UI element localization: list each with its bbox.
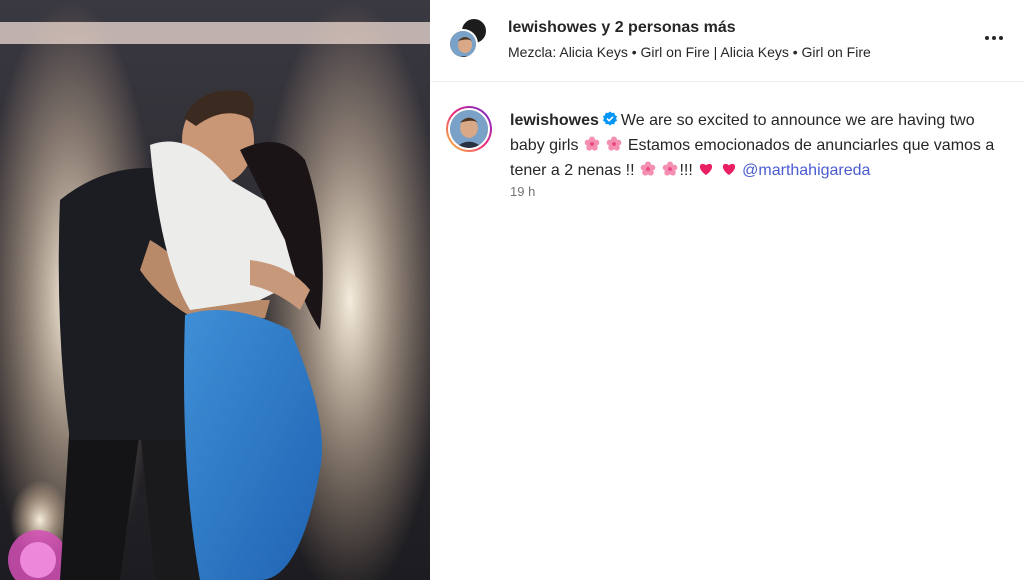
- cherry-blossom-emoji-icon: [640, 161, 656, 176]
- header-collaborators[interactable]: y 2 personas más: [597, 19, 735, 36]
- avatar-face-icon: [450, 31, 476, 57]
- caption-username[interactable]: lewishowes: [510, 112, 599, 129]
- cherry-blossom-emoji-icon: [584, 136, 600, 151]
- post-header: lewishowes y 2 personas más Mezcla: Alic…: [430, 0, 1024, 82]
- caption-exclamations: !!!: [679, 162, 693, 179]
- post-authors[interactable]: lewishowes y 2 personas más: [508, 19, 736, 37]
- audio-attribution[interactable]: Mezcla: Alicia Keys • Girl on Fire | Ali…: [508, 44, 871, 60]
- couple-photo-illustration: [0, 0, 430, 580]
- music-prefix: Mezcla:: [508, 44, 560, 60]
- verified-badge-icon: [602, 111, 617, 126]
- header-username[interactable]: lewishowes: [508, 19, 597, 36]
- avatar-face-icon: [450, 110, 488, 148]
- post-details-panel: lewishowes y 2 personas más Mezcla: Alic…: [430, 0, 1024, 580]
- collab-avatars[interactable]: [448, 17, 490, 61]
- post-photo[interactable]: [0, 0, 430, 580]
- caption-avatar-story-ring[interactable]: [446, 106, 492, 152]
- pink-heart-emoji-icon: [700, 163, 713, 175]
- mention-link[interactable]: @marthahigareda: [742, 162, 870, 179]
- pink-heart-emoji-icon: [722, 163, 735, 175]
- post-timestamp[interactable]: 19 h: [510, 184, 535, 199]
- more-horizontal-icon: [999, 36, 1003, 40]
- avatar-lewishowes[interactable]: [448, 29, 478, 59]
- caption-text: lewishowes We are so excited to announce …: [510, 108, 1010, 183]
- more-horizontal-icon: [985, 36, 989, 40]
- music-track[interactable]: Alicia Keys • Girl on Fire | Alicia Keys…: [559, 44, 870, 60]
- more-options-button[interactable]: [980, 26, 1008, 50]
- more-horizontal-icon: [992, 36, 996, 40]
- cherry-blossom-emoji-icon: [607, 136, 622, 151]
- cherry-blossom-emoji-icon: [663, 161, 678, 176]
- avatar-lewishowes[interactable]: [448, 108, 490, 150]
